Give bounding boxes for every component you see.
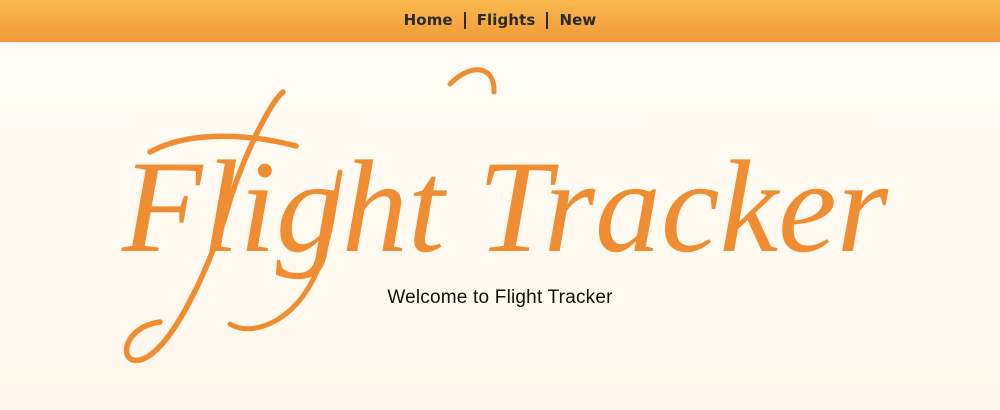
nav-link-new[interactable]: New [548,11,607,29]
nav-menu: Home Flights New [393,11,608,29]
hero-title-banner: Flight Tracker [0,42,1000,410]
nav-link-home[interactable]: Home [393,11,464,29]
welcome-message: Welcome to Flight Tracker [387,287,613,308]
hero-title: Flight Tracker [121,133,889,280]
nav-link-flights[interactable]: Flights [466,11,547,29]
top-navigation-bar: Home Flights New [0,0,1000,42]
